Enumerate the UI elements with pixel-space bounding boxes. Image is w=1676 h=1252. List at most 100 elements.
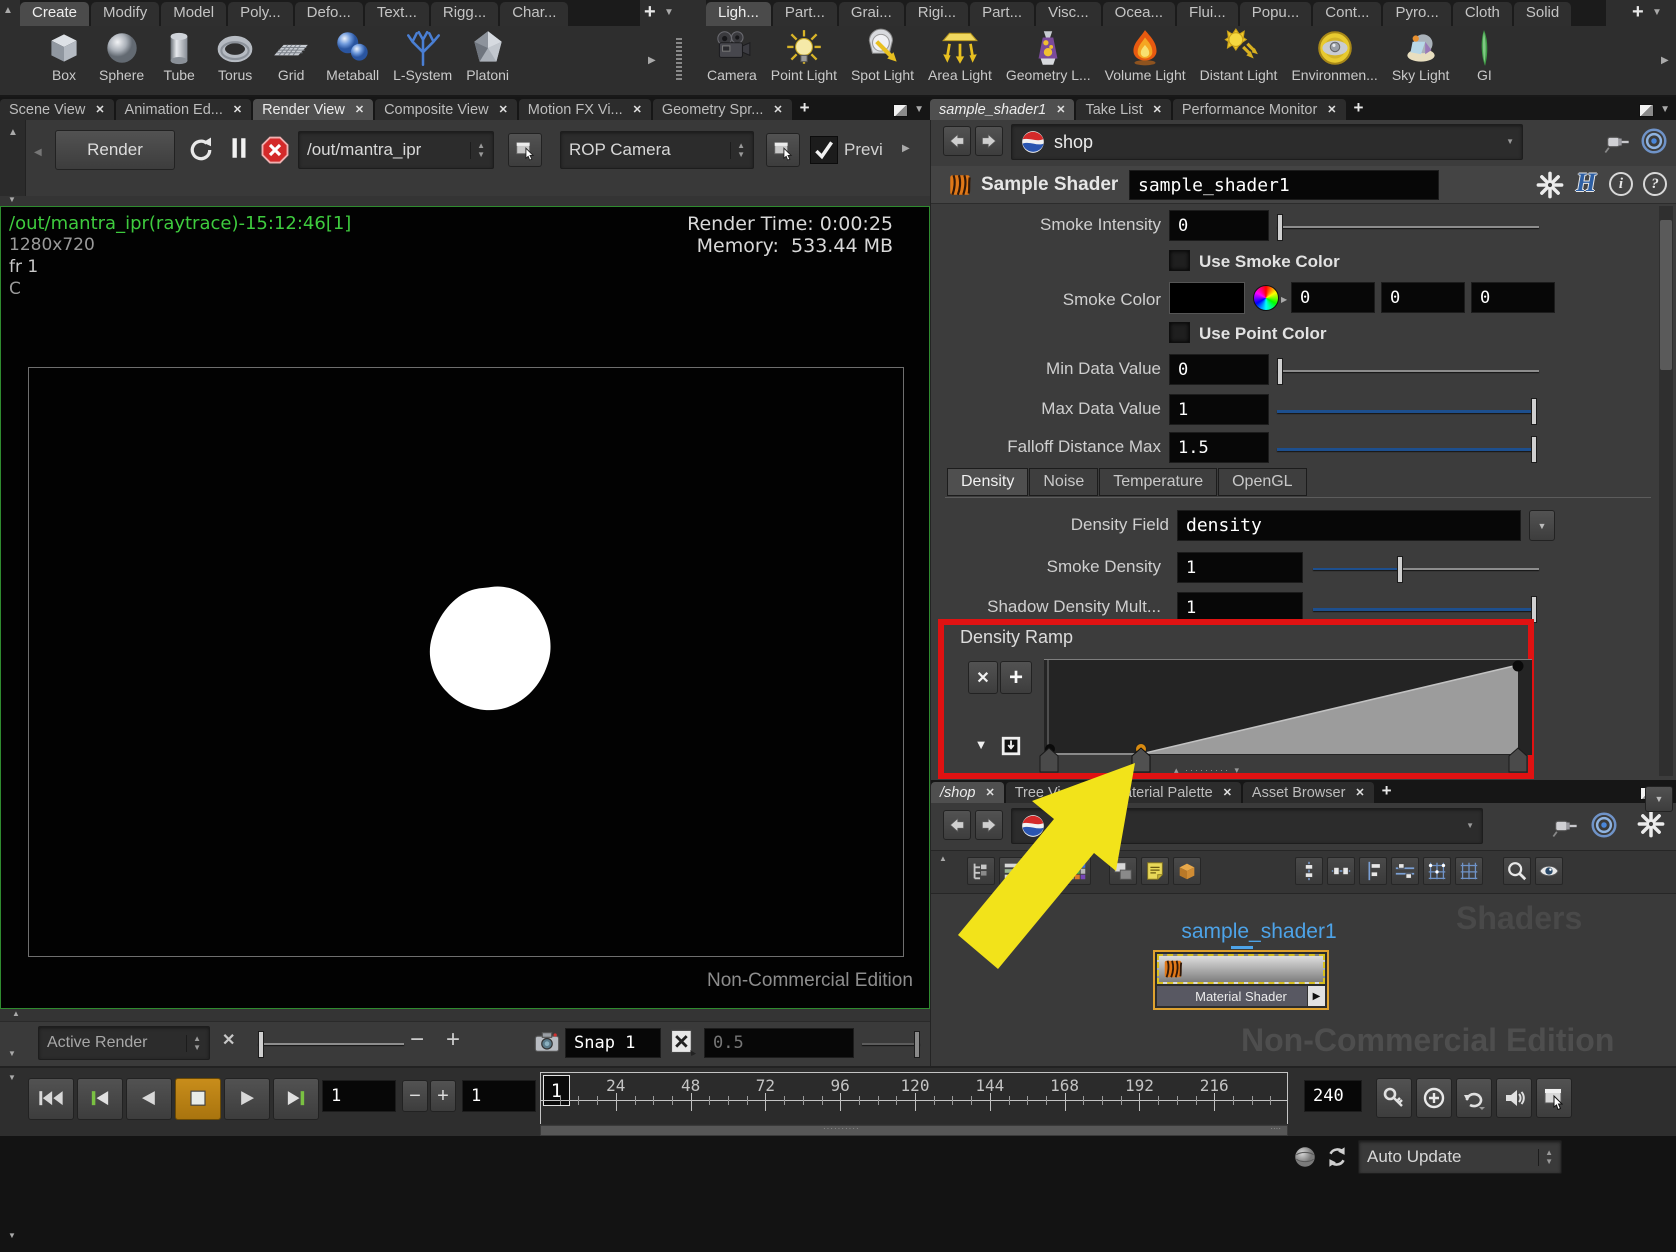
spinner-icon[interactable]: ▲▼ [1538,1149,1553,1166]
smoke-color-b-input[interactable]: 0 [1471,282,1555,313]
smoke-color-g-input[interactable]: 0 [1381,282,1465,313]
shelf-menu-left-icon[interactable]: ▼ [664,8,674,18]
pane-tab-take-list[interactable]: Take List✕ [1076,99,1170,120]
close-icon[interactable]: ✕ [499,103,508,116]
ramp-point-3[interactable] [1513,661,1524,672]
shelf-tab-defo[interactable]: Defo... [295,2,363,26]
asset-crate-icon[interactable] [1173,857,1201,885]
color-palette-icon[interactable] [1063,857,1091,885]
density-field-menu-icon[interactable]: ▼ [1529,510,1555,541]
render-display[interactable]: /out/mantra_ipr(raytrace)-15:12:46[1] 12… [0,206,930,1009]
tree-view-icon[interactable] [967,857,995,885]
shader-subtab-noise[interactable]: Noise [1029,468,1098,496]
shelf-tab-part[interactable]: Part... [773,2,837,26]
gamma-slider[interactable] [862,1043,920,1045]
close-icon[interactable]: ✕ [355,103,364,116]
shelf-add-tab-left[interactable]: + [638,0,662,24]
shelf-overflow-right-icon[interactable]: ▶ [1661,56,1669,66]
node-body[interactable] [1157,954,1325,984]
shelf-tool-gi[interactable]: GI [1456,26,1512,96]
back-icon[interactable] [943,126,971,156]
min-data-value-slider[interactable] [1277,370,1539,372]
shelf-tab-popu[interactable]: Popu... [1240,2,1312,26]
preview-checkbox[interactable] [810,136,838,164]
close-icon[interactable]: ✕ [1083,786,1092,799]
shelf-divider[interactable] [676,38,682,82]
shelf-scroll-up-icon[interactable]: ▲ [3,6,13,16]
shelf-tool-torus[interactable]: Torus [207,26,263,96]
shelf-tool-l-system[interactable]: L-System [386,26,459,96]
shader-subtab-density[interactable]: Density [947,468,1028,496]
use-point-color-checkbox[interactable] [1169,322,1190,343]
render-mode-select[interactable]: Active Render▲▼ [38,1026,210,1060]
pane-tab-asset-browser[interactable]: Asset Browser✕ [1243,782,1374,803]
split-view-icon[interactable] [1031,857,1059,885]
close-icon[interactable]: ✕ [1153,103,1162,116]
display-expand-bar[interactable]: ▲ [0,1009,930,1021]
chevron-down-icon[interactable]: ▼ [1500,138,1514,146]
gear-icon[interactable] [1536,171,1564,199]
scroll-down-icon[interactable]: ▼ [1645,786,1673,812]
forward-icon[interactable] [975,126,1003,156]
back-icon[interactable] [943,810,971,840]
shelf-menu-right-icon[interactable]: ▼ [1652,8,1662,18]
param-scrollbar[interactable] [1659,206,1673,776]
distribute-horizontal-icon[interactable] [1327,857,1355,885]
sticky-note-icon[interactable] [1141,857,1169,885]
spinner-icon[interactable]: ▲▼ [186,1035,201,1052]
visibility-icon[interactable] [1535,857,1563,885]
pane-tab-composite-view[interactable]: Composite View✕ [375,99,517,120]
ramp-delete-point-button[interactable]: ✕ [968,661,998,694]
range-end-field[interactable]: 1 [462,1080,536,1112]
choose-camera-icon[interactable] [766,133,800,167]
shelf-tool-grid[interactable]: Grid [263,26,319,96]
node-expand-icon[interactable]: ▶ [1307,986,1325,1006]
path-breadcrumb[interactable]: shop ▼ [1011,124,1523,160]
pin-icon[interactable] [1551,812,1579,840]
falloff-distance-max-input[interactable]: 1.5 [1169,432,1269,463]
pane-collapse-up-icon[interactable]: ▲ [8,128,18,138]
shelf-tab-ligh[interactable]: Ligh... [706,2,771,26]
gamma-field[interactable]: 0.5 [704,1028,854,1058]
pane-tab-scene-view[interactable]: Scene View✕ [0,99,114,120]
shelf-tab-flui[interactable]: Flui... [1177,2,1238,26]
shelf-tool-tube[interactable]: Tube [151,26,207,96]
shelf-add-tab-right[interactable]: + [1626,0,1650,24]
revert-button[interactable] [1456,1078,1492,1118]
pane-layout-icon[interactable] [893,104,908,117]
current-frame-indicator[interactable]: 1 [543,1075,570,1106]
min-data-value-input[interactable]: 0 [1169,354,1269,385]
smoke-color-swatch[interactable] [1169,282,1245,314]
add-keyframe-button[interactable] [1416,1078,1452,1118]
stop-render-icon[interactable] [260,135,290,165]
node-name-field[interactable]: sample_shader1 [1129,170,1439,200]
list-view-icon[interactable] [999,857,1027,885]
help-icon[interactable]: ? [1643,172,1667,196]
new-tab-button[interactable]: + [794,97,816,120]
shelf-tab-cloth[interactable]: Cloth [1453,2,1512,26]
end-frame-field[interactable]: 240 [1304,1080,1362,1112]
footer-collapse-icon[interactable]: ▼ [8,1232,16,1240]
distribute-vertical-icon[interactable] [1295,857,1323,885]
shelf-tab-grai[interactable]: Grai... [839,2,904,26]
shelf-tab-solid[interactable]: Solid [1514,2,1571,26]
pane-layout-icon[interactable] [1109,857,1137,885]
max-data-value-slider[interactable] [1277,410,1535,413]
ramp-marker-handle-selected[interactable] [1131,747,1151,773]
display-grid-icon[interactable] [1455,857,1483,885]
shelf-tool-camera[interactable]: Camera [700,26,764,96]
node-label[interactable]: sample_shader1 [1159,920,1359,944]
shelf-tool-sphere[interactable]: Sphere [92,26,151,96]
pane-tab-performance-monitor[interactable]: Performance Monitor✕ [1173,99,1346,120]
spinner-icon[interactable]: ▲▼ [730,142,745,159]
shelf-tab-part[interactable]: Part... [970,2,1034,26]
clear-render-icon[interactable]: ✕ [222,1030,235,1050]
color-options-icon[interactable]: ▶ [1281,296,1287,304]
pane-menu-icon[interactable]: ▼ [1660,105,1670,115]
shelf-tab-create[interactable]: Create [20,2,89,26]
close-icon[interactable]: ✕ [95,103,104,116]
decrement-frame-button[interactable]: − [402,1080,428,1112]
chevron-down-icon[interactable]: ▼ [1460,822,1474,830]
shelf-tool-point-light[interactable]: Point Light [764,26,844,96]
timeline-scrollbar[interactable]: ·········· ···· [540,1125,1288,1136]
